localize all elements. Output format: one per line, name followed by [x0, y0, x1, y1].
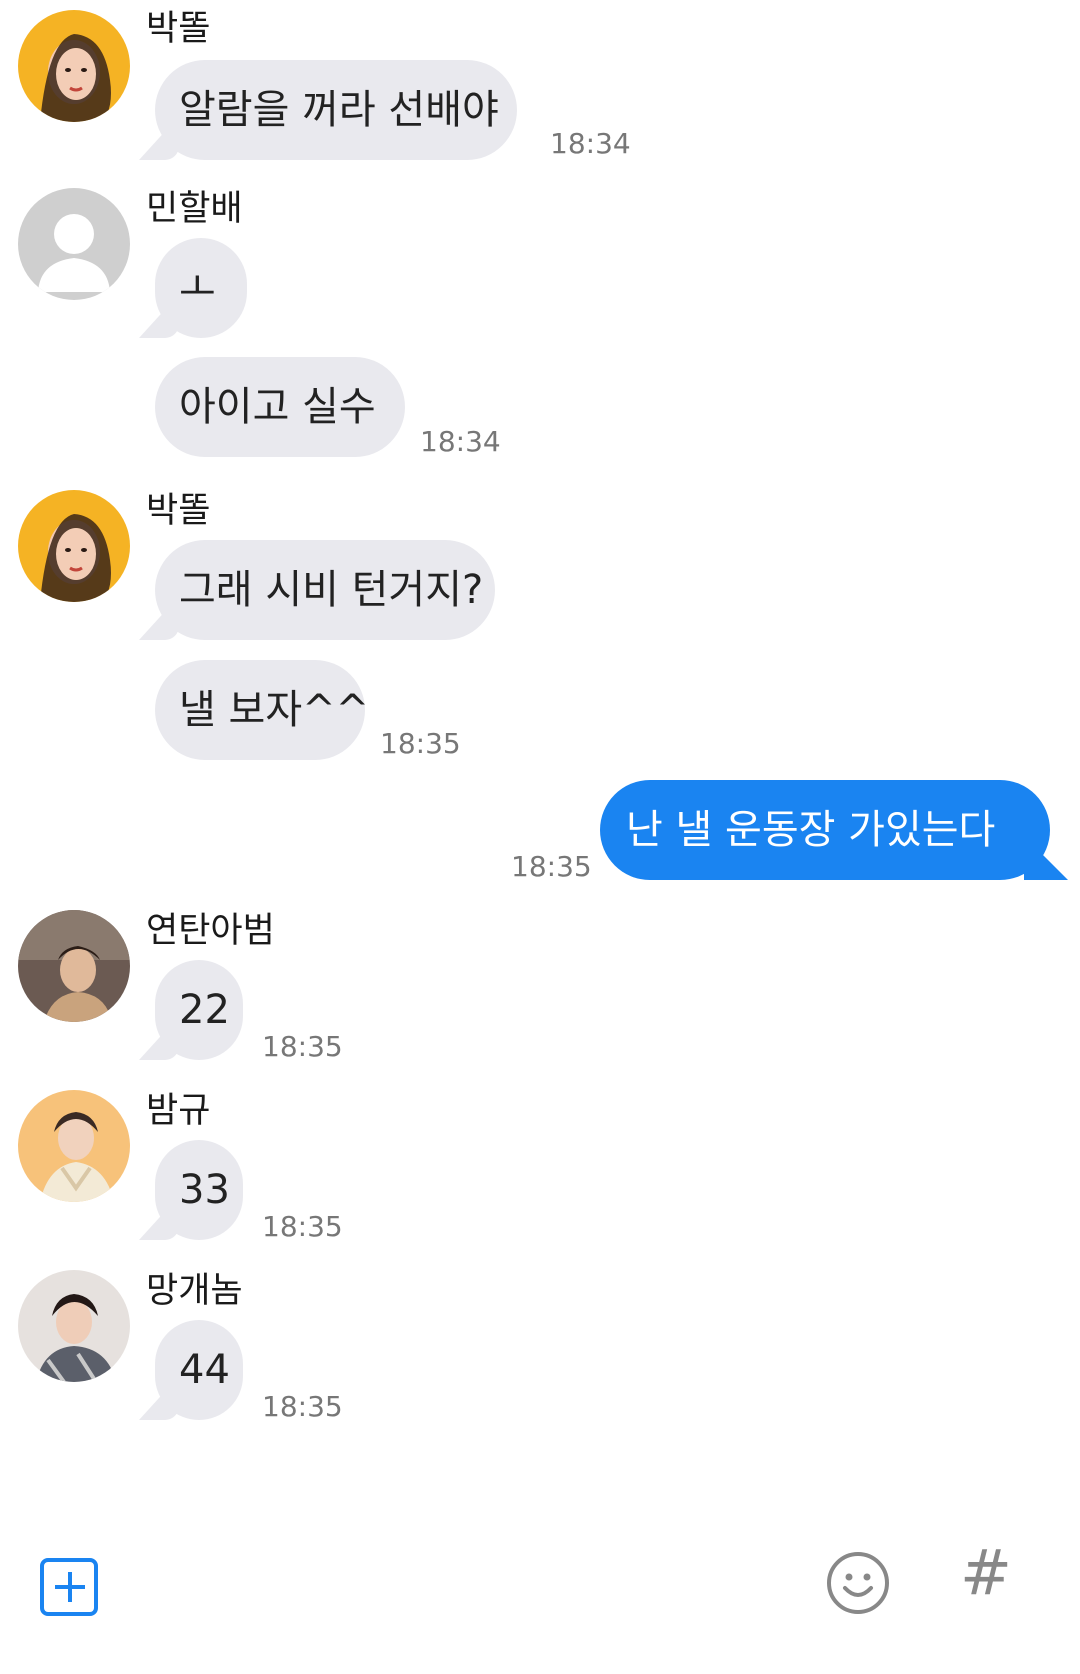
avatar[interactable]: [18, 910, 130, 1022]
message-bubble[interactable]: 아이고 실수: [155, 357, 405, 457]
avatar[interactable]: [18, 188, 130, 300]
avatar[interactable]: [18, 490, 130, 602]
sender-name: 밤규: [146, 1091, 211, 1131]
sender-name: 망개놈: [146, 1271, 243, 1311]
sender-name: 박똘: [146, 9, 211, 49]
message-timestamp: 18:35: [262, 1390, 343, 1423]
plus-square-icon[interactable]: [40, 1558, 98, 1616]
message-bubble[interactable]: 44: [155, 1320, 243, 1420]
message-bubble[interactable]: 알람을 꺼라 선배야: [155, 60, 517, 160]
message-bubble[interactable]: ㅗ: [155, 238, 247, 338]
message-timestamp: 18:35: [511, 850, 592, 883]
message-bubble[interactable]: 낼 보자^^: [155, 660, 369, 760]
sender-name: 박똘: [146, 491, 211, 531]
message-bubble[interactable]: 22: [155, 960, 243, 1060]
avatar[interactable]: [18, 1090, 130, 1202]
avatar[interactable]: [18, 1270, 130, 1382]
message-bubble[interactable]: 그래 시비 턴거지?: [155, 540, 495, 640]
avatar[interactable]: [18, 10, 130, 122]
message-timestamp: 18:34: [420, 425, 501, 458]
smiley-icon[interactable]: [825, 1550, 891, 1616]
chat-thread[interactable]: 박똘 알람을 꺼라 선배야 18:34 민할배 ㅗ 아이고 실수 18:34 박…: [0, 0, 1080, 1540]
hashtag-icon[interactable]: #: [960, 1542, 1012, 1604]
sender-name: 민할배: [146, 189, 243, 229]
message-bubble[interactable]: 33: [155, 1140, 243, 1240]
message-timestamp: 18:35: [262, 1030, 343, 1063]
input-toolbar: #: [0, 1540, 1080, 1674]
outgoing-message-bubble[interactable]: 난 낼 운동장 가있는다: [600, 780, 1050, 880]
message-timestamp: 18:35: [262, 1210, 343, 1243]
sender-name: 연탄아범: [146, 911, 275, 951]
message-timestamp: 18:34: [550, 127, 631, 160]
message-timestamp: 18:35: [380, 727, 461, 760]
